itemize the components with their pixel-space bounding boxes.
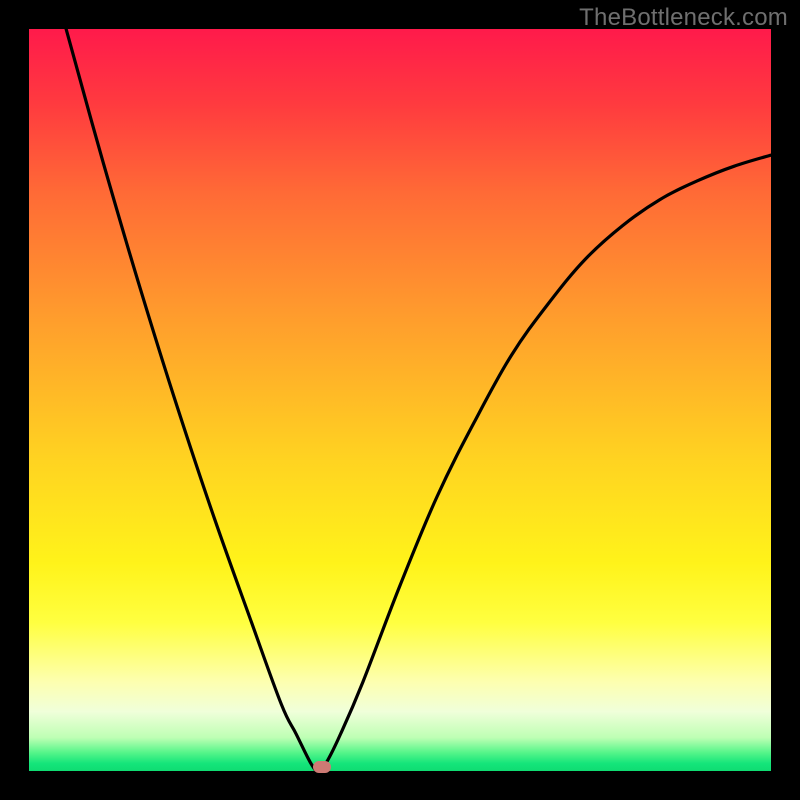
watermark-text: TheBottleneck.com [579,4,788,32]
curve-path [66,29,771,771]
chart-frame: TheBottleneck.com [0,0,800,800]
bottleneck-curve [29,29,771,771]
plot-area [29,29,771,771]
optimum-marker [313,761,331,773]
